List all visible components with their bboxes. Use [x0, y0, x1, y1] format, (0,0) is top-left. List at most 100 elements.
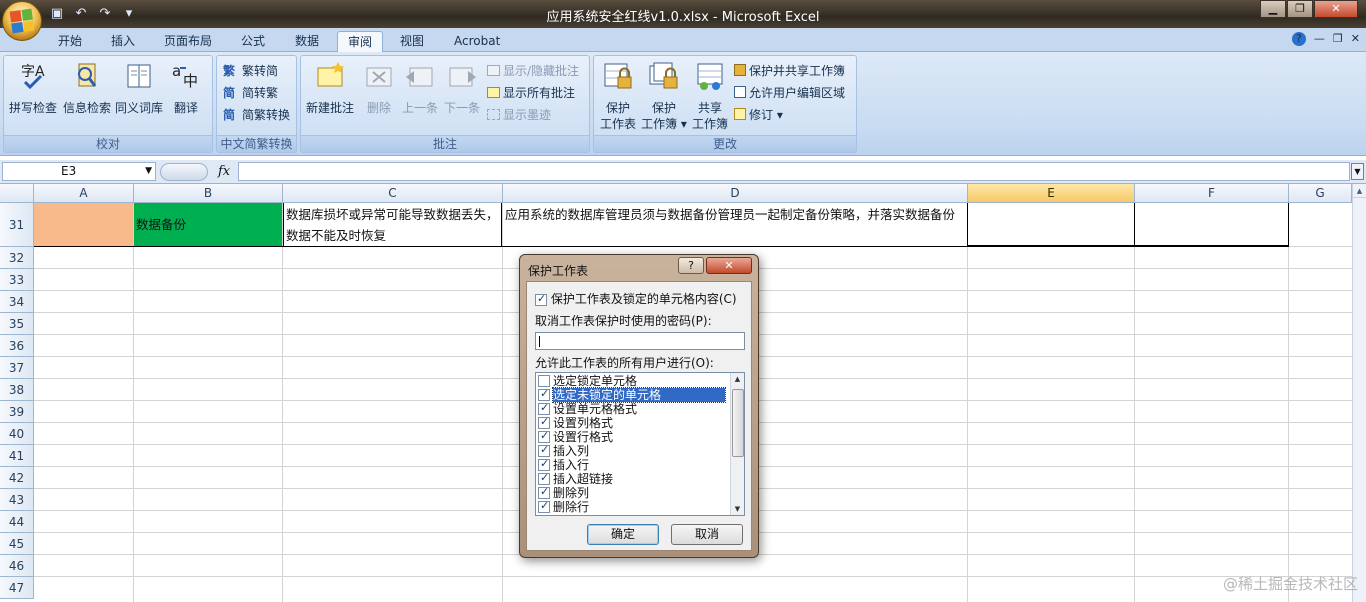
row-header-45[interactable]: 45	[0, 533, 34, 555]
maximize-button[interactable]: ❐	[1287, 0, 1313, 18]
insert-function-icon[interactable]: fx	[218, 164, 230, 179]
show-hide-comment-button[interactable]: 显示/隐藏批注	[487, 61, 579, 79]
chevron-down-icon[interactable]: ▼	[145, 163, 152, 180]
permissions-list[interactable]: 选定锁定单元格 选定未锁定的单元格 设置单元格格式 设置列格式 设置行格式 插入…	[535, 372, 745, 516]
permission-checkbox[interactable]	[538, 471, 550, 485]
permission-checkbox[interactable]	[538, 429, 550, 443]
close-button[interactable]: ✕	[1314, 0, 1358, 18]
column-header-e[interactable]: E	[968, 184, 1135, 203]
row-header-41[interactable]: 41	[0, 445, 34, 467]
simp-to-trad-button[interactable]: 简 简转繁	[223, 83, 278, 101]
scroll-thumb[interactable]	[732, 389, 744, 457]
row-header-31[interactable]: 31	[0, 203, 34, 247]
tab-home[interactable]: 开始	[48, 31, 92, 52]
tab-view[interactable]: 视图	[390, 31, 434, 52]
list-item[interactable]: 设置行格式	[538, 429, 728, 444]
research-button[interactable]: 信息检索	[62, 60, 112, 116]
tab-page-layout[interactable]: 页面布局	[154, 31, 222, 52]
row-header-47[interactable]: 47	[0, 577, 34, 599]
cell-a31[interactable]	[34, 203, 133, 246]
column-header-d[interactable]: D	[503, 184, 968, 203]
row-header-35[interactable]: 35	[0, 313, 34, 335]
permission-checkbox[interactable]	[538, 375, 550, 387]
list-item[interactable]: 选定未锁定的单元格	[538, 387, 728, 403]
cell-e31[interactable]	[968, 203, 1135, 246]
protect-workbook-button[interactable]: 保护 工作簿 ▾	[640, 60, 688, 132]
trad-to-simp-button[interactable]: 繁 繁转简	[223, 61, 278, 79]
new-comment-button[interactable]: 新建批注	[303, 60, 357, 116]
protect-contents-checkbox[interactable]	[535, 292, 547, 306]
column-header-f[interactable]: F	[1135, 184, 1289, 203]
expand-formula-icon[interactable]: ▼	[1351, 163, 1364, 180]
chinese-conversion-button[interactable]: 简 简繁转换	[223, 105, 290, 123]
thesaurus-button[interactable]: 同义词库	[114, 60, 164, 116]
protect-share-workbook-button[interactable]: 保护并共享工作簿	[734, 61, 845, 79]
permission-checkbox[interactable]	[538, 401, 550, 415]
track-changes-button[interactable]: 修订 ▾	[734, 105, 783, 123]
help-icon[interactable]: ?	[1291, 32, 1306, 46]
cell-f31[interactable]	[1135, 203, 1289, 246]
row-header-42[interactable]: 42	[0, 467, 34, 489]
ribbon-close-button[interactable]: ✕	[1351, 32, 1360, 46]
column-header-a[interactable]: A	[34, 184, 134, 203]
cell-c31[interactable]: 数据库损坏或异常可能导致数据丢失，数据不能及时恢复	[283, 203, 502, 246]
cell-d31[interactable]: 应用系统的数据库管理员须与数据备份管理员一起制定备份策略，并落实数据备份	[503, 203, 968, 246]
delete-comment-button[interactable]: 删除	[361, 60, 397, 116]
share-workbook-button[interactable]: 共享 工作簿	[688, 60, 732, 132]
column-header-g[interactable]: G	[1289, 184, 1352, 203]
name-box[interactable]: E3 ▼	[2, 162, 156, 181]
translate-button[interactable]: a中 翻译	[166, 60, 206, 116]
dialog-close-button[interactable]: ✕	[706, 257, 752, 274]
list-item[interactable]: 插入超链接	[538, 471, 728, 486]
permission-checkbox[interactable]	[538, 457, 550, 471]
protect-contents-checkbox-row[interactable]: 保护工作表及锁定的单元格内容(C)	[535, 290, 737, 307]
ok-button[interactable]: 确定	[587, 524, 659, 545]
scroll-up-icon[interactable]: ▲	[1353, 184, 1366, 198]
row-header-33[interactable]: 33	[0, 269, 34, 291]
tab-formulas[interactable]: 公式	[231, 31, 275, 52]
permission-checkbox[interactable]	[538, 415, 550, 429]
allow-edit-ranges-button[interactable]: 允许用户编辑区域	[734, 83, 845, 101]
vertical-scrollbar[interactable]: ▲	[1352, 184, 1366, 602]
protect-sheet-button[interactable]: 保护 工作表	[596, 60, 640, 132]
select-all-corner[interactable]	[0, 184, 34, 203]
row-header-43[interactable]: 43	[0, 489, 34, 511]
cell-b31[interactable]: 数据备份	[134, 203, 282, 246]
list-item[interactable]: 删除行	[538, 499, 728, 514]
column-header-b[interactable]: B	[134, 184, 283, 203]
password-field[interactable]	[535, 332, 745, 350]
permission-checkbox[interactable]	[538, 485, 550, 499]
scroll-up-icon[interactable]: ▲	[731, 373, 744, 385]
spell-check-button[interactable]: 字A 拼写检查	[8, 60, 58, 116]
tab-review[interactable]: 审阅	[337, 31, 384, 52]
tab-acrobat[interactable]: Acrobat	[444, 31, 510, 52]
tab-data[interactable]: 数据	[285, 31, 329, 52]
row-header-38[interactable]: 38	[0, 379, 34, 401]
row-header-46[interactable]: 46	[0, 555, 34, 577]
list-scrollbar[interactable]: ▲ ▼	[730, 373, 744, 515]
tab-insert[interactable]: 插入	[101, 31, 145, 52]
row-header-40[interactable]: 40	[0, 423, 34, 445]
list-item[interactable]: 设置列格式	[538, 415, 728, 430]
office-button[interactable]	[2, 1, 42, 41]
scroll-down-icon[interactable]: ▼	[731, 503, 744, 515]
list-item[interactable]: 删除列	[538, 485, 728, 500]
list-item[interactable]: 选定锁定单元格	[538, 374, 728, 388]
row-header-34[interactable]: 34	[0, 291, 34, 313]
row-header-37[interactable]: 37	[0, 357, 34, 379]
row-header-36[interactable]: 36	[0, 335, 34, 357]
formula-input[interactable]	[238, 162, 1350, 181]
row-header-39[interactable]: 39	[0, 401, 34, 423]
row-header-32[interactable]: 32	[0, 247, 34, 269]
permission-checkbox[interactable]	[538, 387, 550, 401]
previous-comment-button[interactable]: 上一条	[399, 60, 441, 116]
minimize-button[interactable]: ▁	[1260, 0, 1286, 18]
list-item[interactable]: 设置单元格格式	[538, 401, 728, 416]
permission-checkbox[interactable]	[538, 499, 550, 513]
ribbon-minimize-button[interactable]: —	[1314, 32, 1325, 46]
show-ink-button[interactable]: 显示墨迹	[487, 105, 551, 123]
dialog-help-button[interactable]: ?	[678, 257, 704, 274]
list-item[interactable]: 插入列	[538, 443, 728, 458]
ribbon-restore-button[interactable]: ❐	[1333, 32, 1343, 46]
list-item[interactable]: 插入行	[538, 457, 728, 472]
